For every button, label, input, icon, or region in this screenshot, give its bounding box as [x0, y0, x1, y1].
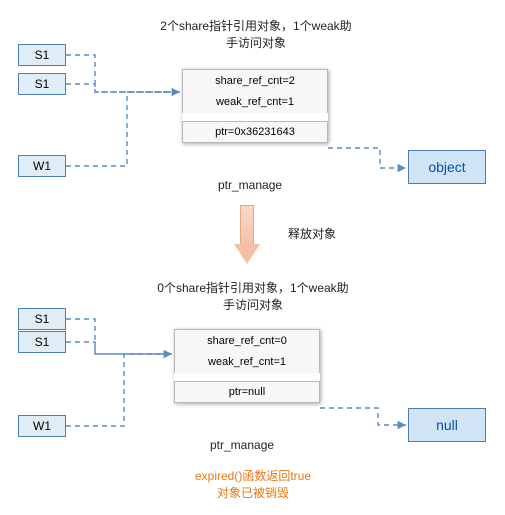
bottom-ptr: ptr=null	[174, 381, 320, 403]
top-s1a-box: S1	[18, 44, 66, 66]
top-ptr: ptr=0x36231643	[182, 121, 328, 143]
bottom-s1b-box: S1	[18, 331, 66, 353]
top-title: 2个share指针引用对象，1个weak助 手访问对象	[156, 18, 356, 52]
label: S1	[35, 48, 50, 62]
bottom-object-box: null	[408, 408, 486, 442]
top-weak-cnt: weak_ref_cnt=1	[182, 91, 328, 113]
top-ptr-manage-box: share_ref_cnt=2 weak_ref_cnt=1 ptr=0x362…	[182, 69, 328, 143]
label: S1	[35, 312, 50, 326]
bottom-ptr-manage-box: share_ref_cnt=0 weak_ref_cnt=1 ptr=null	[174, 329, 320, 403]
label: null	[436, 417, 458, 433]
label: object	[428, 159, 465, 175]
bottom-title: 0个share指针引用对象，1个weak助 手访问对象	[153, 280, 353, 314]
bottom-s1a-box: S1	[18, 308, 66, 330]
label: S1	[35, 77, 50, 91]
down-arrow-icon	[234, 205, 260, 265]
top-object-box: object	[408, 150, 486, 184]
bottom-weak-cnt: weak_ref_cnt=1	[174, 351, 320, 373]
bottom-share-cnt: share_ref_cnt=0	[174, 329, 320, 351]
label: W1	[33, 159, 51, 173]
label: S1	[35, 335, 50, 349]
bottom-manager-label: ptr_manage	[210, 438, 274, 452]
top-share-cnt: share_ref_cnt=2	[182, 69, 328, 91]
footer-note: expired()函数返回true 对象已被销毁	[153, 468, 353, 502]
bottom-w1-box: W1	[18, 415, 66, 437]
top-w1-box: W1	[18, 155, 66, 177]
arrow-label: 释放对象	[288, 225, 336, 242]
top-manager-label: ptr_manage	[218, 178, 282, 192]
label: W1	[33, 419, 51, 433]
top-s1b-box: S1	[18, 73, 66, 95]
